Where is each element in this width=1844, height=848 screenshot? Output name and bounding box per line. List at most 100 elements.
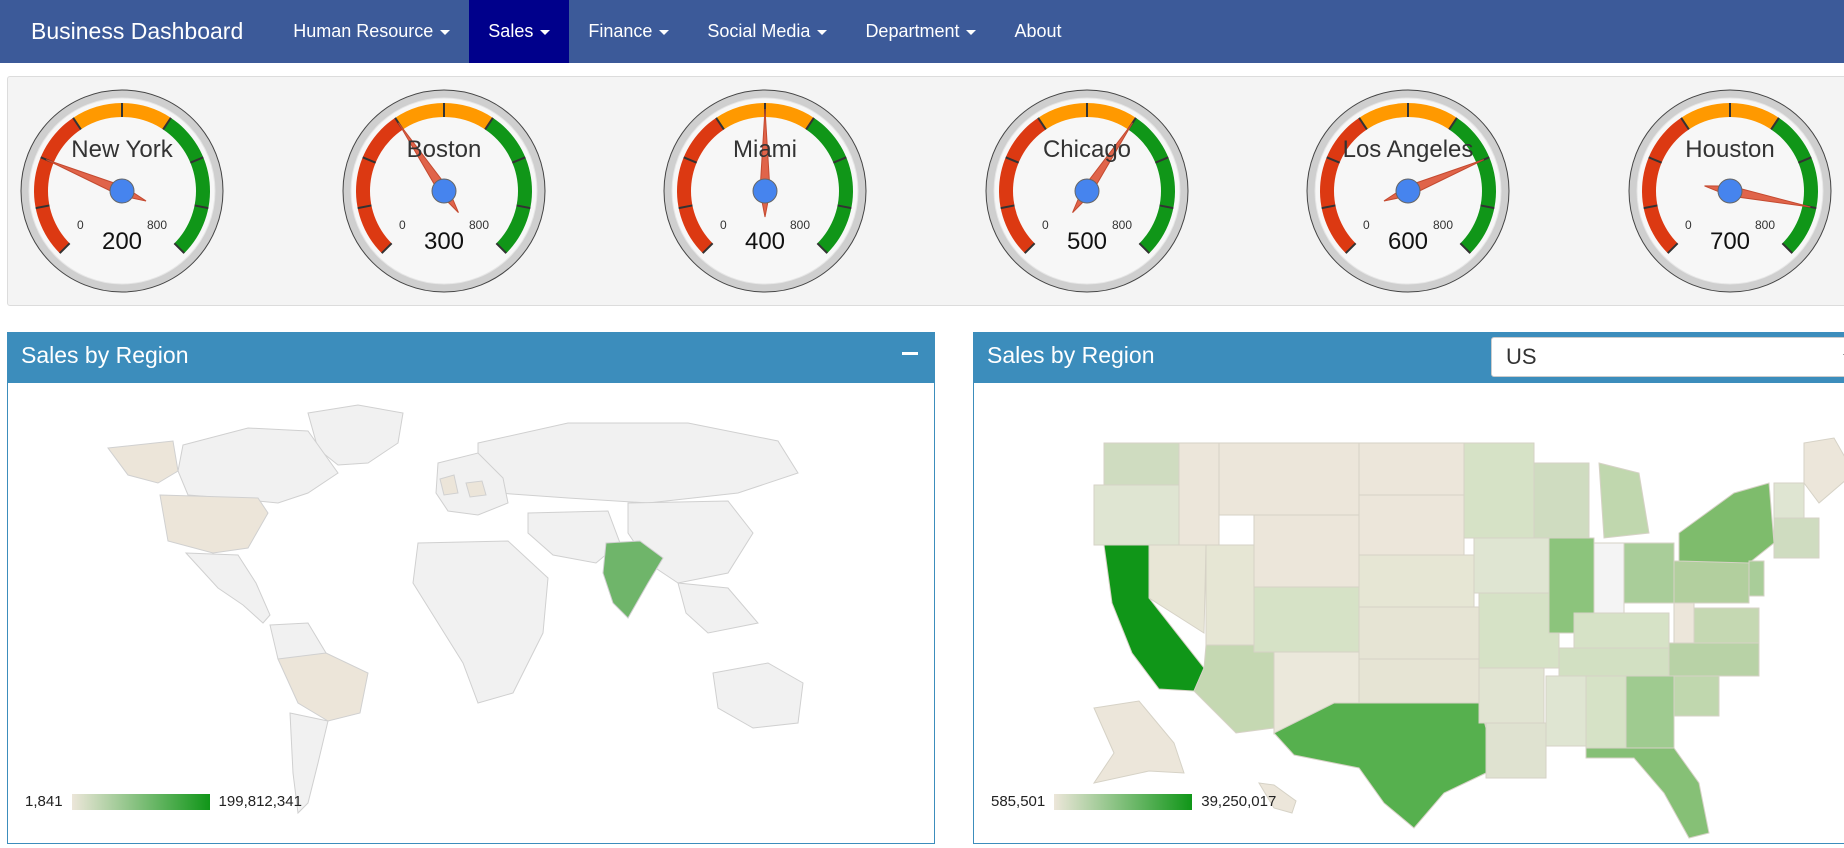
louisiana-region[interactable] [1485,722,1547,779]
oklahoma-region[interactable] [1358,658,1480,704]
south-carolina-region[interactable] [1673,675,1720,717]
panel-header: Sales by Region [8,333,934,383]
gauge-dial [20,89,224,293]
collapse-minus-icon[interactable] [902,345,918,361]
nav-label: Sales [488,21,534,41]
tennessee-region[interactable] [1558,647,1670,677]
legend-min: 1,841 [25,793,63,810]
nav-label: Human Resource [293,21,434,41]
brand-title[interactable]: Business Dashboard [0,0,274,63]
us-sales-panel: Sales by Region US 585,501 39,250,017 [973,332,1844,844]
west-virginia-region[interactable] [1673,602,1695,644]
minnesota-region[interactable] [1463,442,1535,539]
brazil-region[interactable] [277,652,369,722]
north-carolina-region[interactable] [1668,642,1760,677]
gauge-hub [1074,178,1100,204]
gauge-hub [431,178,457,204]
gauge-dial [1628,89,1832,293]
legend-gradient [71,793,210,810]
legend-max: 199,812,341 [218,793,302,810]
usa-region[interactable] [159,494,269,554]
legend-max: 39,250,017 [1201,793,1277,810]
idaho-region[interactable] [1178,442,1220,546]
nav-label: Finance [588,21,653,41]
texas-region[interactable] [1273,702,1487,829]
nav-department[interactable]: Department [846,0,995,63]
region-select[interactable]: US [1491,337,1844,377]
georgia-region[interactable] [1625,675,1675,749]
nav-label: Social Media [707,21,811,41]
utah-region[interactable] [1205,544,1255,646]
missouri-region[interactable] [1478,592,1560,669]
wisconsin-region[interactable] [1533,462,1590,539]
caret-down-icon [966,29,977,35]
north-dakota-region[interactable] [1358,442,1465,496]
legend-min: 585,501 [991,793,1046,810]
mexico-region[interactable] [184,552,271,624]
montana-region[interactable] [1218,442,1360,516]
south-dakota-region[interactable] [1358,494,1465,556]
nav-label: Department [865,21,960,41]
kansas-region[interactable] [1358,606,1480,660]
caret-down-icon [817,29,828,35]
nav-finance[interactable]: Finance [569,0,688,63]
gauge-los-angeles: Los Angeles 0 800 600 [1305,88,1511,294]
india-region[interactable] [602,540,664,619]
kentucky-region[interactable] [1573,612,1670,649]
gauge-dial [985,89,1189,293]
nav-sales[interactable]: Sales [469,0,570,63]
panel-title: Sales by Region [987,342,1155,368]
gauge-new-york: New York 0 800 200 [19,88,225,294]
washington-region[interactable] [1103,442,1180,486]
new-jersey-region[interactable] [1748,560,1765,597]
russia-region[interactable] [477,422,799,504]
new-england-south-region[interactable] [1773,517,1820,559]
world-map[interactable] [8,383,934,843]
caret-down-icon [440,29,451,35]
gauge-dial [663,89,867,293]
virginia-region[interactable] [1693,607,1760,644]
australia-region[interactable] [712,662,804,729]
maine-region[interactable] [1803,437,1844,504]
gauge-hub [1395,178,1421,204]
gauge-hub [752,178,778,204]
new-york-region[interactable] [1678,482,1775,564]
ohio-region[interactable] [1623,542,1675,604]
panel-header: Sales by Region US [974,333,1844,383]
pennsylvania-region[interactable] [1673,560,1750,604]
southeast-asia-region[interactable] [677,582,759,634]
gauge-hub [1717,178,1743,204]
region-select-value: US [1506,344,1537,369]
nav-about[interactable]: About [995,0,1080,63]
vermont-nh-region[interactable] [1773,482,1805,519]
world-sales-panel: Sales by Region 1,841 199,812,341 [7,332,935,844]
arizona-region[interactable] [1193,644,1275,734]
nav-human-resource[interactable]: Human Resource [274,0,469,63]
gauge-dial [1306,89,1510,293]
oregon-region[interactable] [1093,484,1180,546]
canada-region[interactable] [177,427,339,504]
legend-gradient [1054,793,1193,810]
arkansas-region[interactable] [1478,667,1545,724]
florida-region[interactable] [1585,747,1710,839]
gauge-chicago: Chicago 0 800 500 [984,88,1190,294]
alabama-region[interactable] [1585,675,1627,749]
michigan-region[interactable] [1598,462,1650,539]
mississippi-region[interactable] [1545,675,1587,747]
top-navbar: Business Dashboard Human Resource Sales … [0,0,1844,63]
map-legend: 585,501 39,250,017 [991,793,1276,810]
indiana-region[interactable] [1593,542,1625,614]
us-map[interactable] [974,383,1844,843]
nav-social-media[interactable]: Social Media [688,0,846,63]
panel-title: Sales by Region [21,342,189,368]
wyoming-region[interactable] [1253,514,1360,588]
germany-region[interactable] [465,480,487,498]
africa-region[interactable] [412,540,549,704]
nebraska-region[interactable] [1358,554,1475,608]
colorado-region[interactable] [1253,586,1360,653]
iowa-region[interactable] [1473,537,1550,594]
nav-label: About [1014,21,1062,41]
gauge-houston: Houston 0 800 700 [1627,88,1833,294]
alaska-region[interactable] [107,440,179,484]
alaska-region[interactable] [1092,700,1185,784]
